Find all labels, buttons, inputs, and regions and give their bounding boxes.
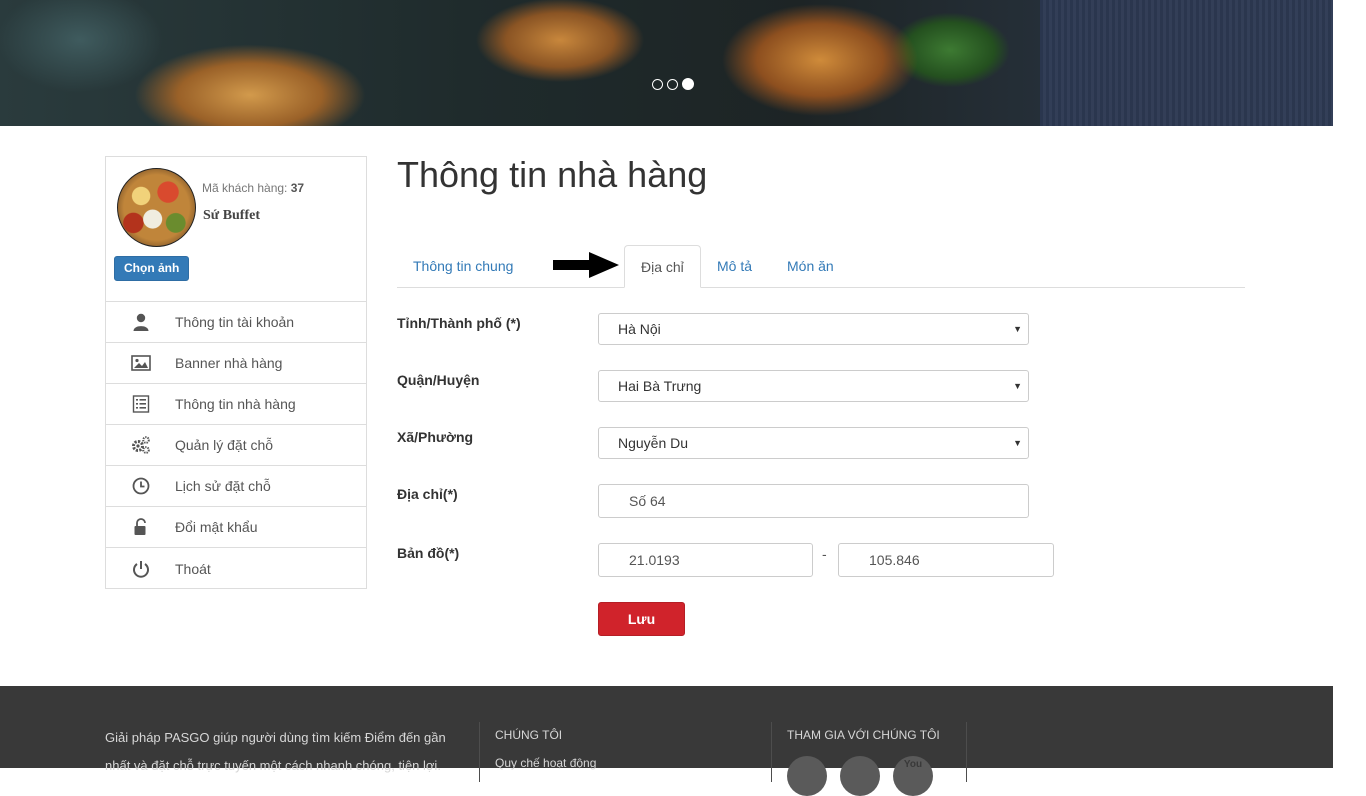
sidebar-item-change-password[interactable]: Đổi mật khẩu — [106, 507, 366, 548]
carousel-dot-1[interactable] — [652, 78, 663, 90]
sidebar-item-label: Đổi mật khẩu — [175, 519, 258, 535]
sidebar-item-booking-management[interactable]: Quản lý đặt chỗ — [106, 425, 366, 466]
footer-heading-join-us: THAM GIA VỚI CHÚNG TÔI — [787, 728, 940, 742]
tab-description[interactable]: Mô tả — [701, 245, 768, 288]
district-label: Quận/Huyện — [397, 372, 480, 388]
choose-image-button[interactable]: Chọn ảnh — [114, 256, 190, 281]
map-label: Bản đồ(*) — [397, 545, 460, 561]
province-select-value: Hà Nội — [618, 321, 661, 337]
customer-code: Mã khách hàng: 37 — [202, 181, 304, 195]
ward-label: Xã/Phường — [397, 429, 474, 445]
footer: Giải pháp PASGO giúp người dùng tìm kiếm… — [0, 686, 1333, 796]
chevron-down-icon: ▼ — [1013, 381, 1022, 391]
sidebar-item-label: Thông tin nhà hàng — [175, 396, 296, 412]
sidebar-item-booking-history[interactable]: Lịch sử đặt chỗ — [106, 466, 366, 507]
address-input[interactable]: Số 64 — [598, 484, 1029, 518]
carousel-dot-3[interactable] — [682, 78, 694, 90]
tab-general-info[interactable]: Thông tin chung — [397, 245, 529, 288]
sidebar-item-restaurant-info[interactable]: Thông tin nhà hàng — [106, 384, 366, 425]
sidebar-item-account-info[interactable]: Thông tin tài khoản — [106, 302, 366, 343]
sidebar-item-banner[interactable]: Banner nhà hàng — [106, 343, 366, 384]
sidebar-item-label: Lịch sử đặt chỗ — [175, 478, 271, 494]
ward-select[interactable]: Nguyễn Du ▼ — [598, 427, 1029, 459]
gears-icon — [106, 435, 175, 455]
arrow-pointer-icon — [553, 252, 619, 278]
district-select-value: Hai Bà Trưng — [618, 378, 702, 394]
district-select[interactable]: Hai Bà Trưng ▼ — [598, 370, 1029, 402]
longitude-input[interactable]: 105.846 — [838, 543, 1054, 577]
document-icon — [106, 394, 175, 414]
clock-icon — [106, 476, 175, 496]
carousel-dot-2[interactable] — [667, 78, 678, 90]
chevron-down-icon: ▼ — [1013, 438, 1022, 448]
ward-select-value: Nguyễn Du — [618, 435, 689, 451]
latitude-input[interactable]: 21.0193 — [598, 543, 813, 577]
account-sidebar: Mã khách hàng: 37 Sứ Buffet Chọn ảnh Thô… — [105, 156, 367, 589]
sidebar-item-label: Banner nhà hàng — [175, 355, 283, 371]
footer-about-text: Giải pháp PASGO giúp người dùng tìm kiếm… — [105, 730, 446, 773]
address-label: Địa chỉ(*) — [397, 486, 458, 502]
customer-name: Sứ Buffet — [203, 208, 261, 223]
footer-divider — [771, 722, 772, 782]
sidebar-item-label: Thoát — [175, 560, 211, 577]
avatar — [117, 168, 196, 247]
image-icon — [106, 353, 175, 373]
save-button[interactable]: Lưu — [598, 602, 685, 636]
youtube-icon[interactable]: You — [893, 756, 933, 796]
sidebar-item-label: Thông tin tài khoản — [175, 314, 295, 330]
footer-divider — [479, 722, 480, 782]
sidebar-item-logout[interactable]: Thoát — [106, 548, 366, 589]
profile-card: Mã khách hàng: 37 Sứ Buffet Chọn ảnh — [106, 157, 366, 302]
tab-bar: Thông tin chung Địa chỉ Mô tả Món ăn — [397, 245, 1245, 288]
user-icon — [106, 312, 175, 332]
footer-divider — [966, 722, 967, 782]
power-icon — [106, 559, 175, 579]
tab-dishes[interactable]: Món ăn — [771, 245, 850, 288]
carousel-indicators — [652, 78, 694, 90]
province-label: Tỉnh/Thành phố (*) — [397, 315, 521, 331]
chevron-down-icon: ▼ — [1013, 324, 1022, 334]
customer-code-value: 37 — [290, 181, 305, 195]
province-select[interactable]: Hà Nội ▼ — [598, 313, 1029, 345]
banner-cloth-decoration — [1040, 0, 1333, 126]
footer-heading-about-us: CHÚNG TÔI — [495, 728, 563, 742]
page-title: Thông tin nhà hàng — [397, 154, 708, 195]
tab-address[interactable]: Địa chỉ — [624, 245, 701, 288]
customer-code-label: Mã khách hàng: — [202, 181, 288, 195]
hero-banner — [0, 0, 1333, 126]
google-plus-icon[interactable] — [840, 756, 880, 796]
coordinate-separator: - — [822, 546, 827, 562]
unlock-icon — [106, 517, 175, 537]
sidebar-item-label: Quản lý đặt chỗ — [175, 437, 274, 453]
facebook-icon[interactable] — [787, 756, 827, 796]
